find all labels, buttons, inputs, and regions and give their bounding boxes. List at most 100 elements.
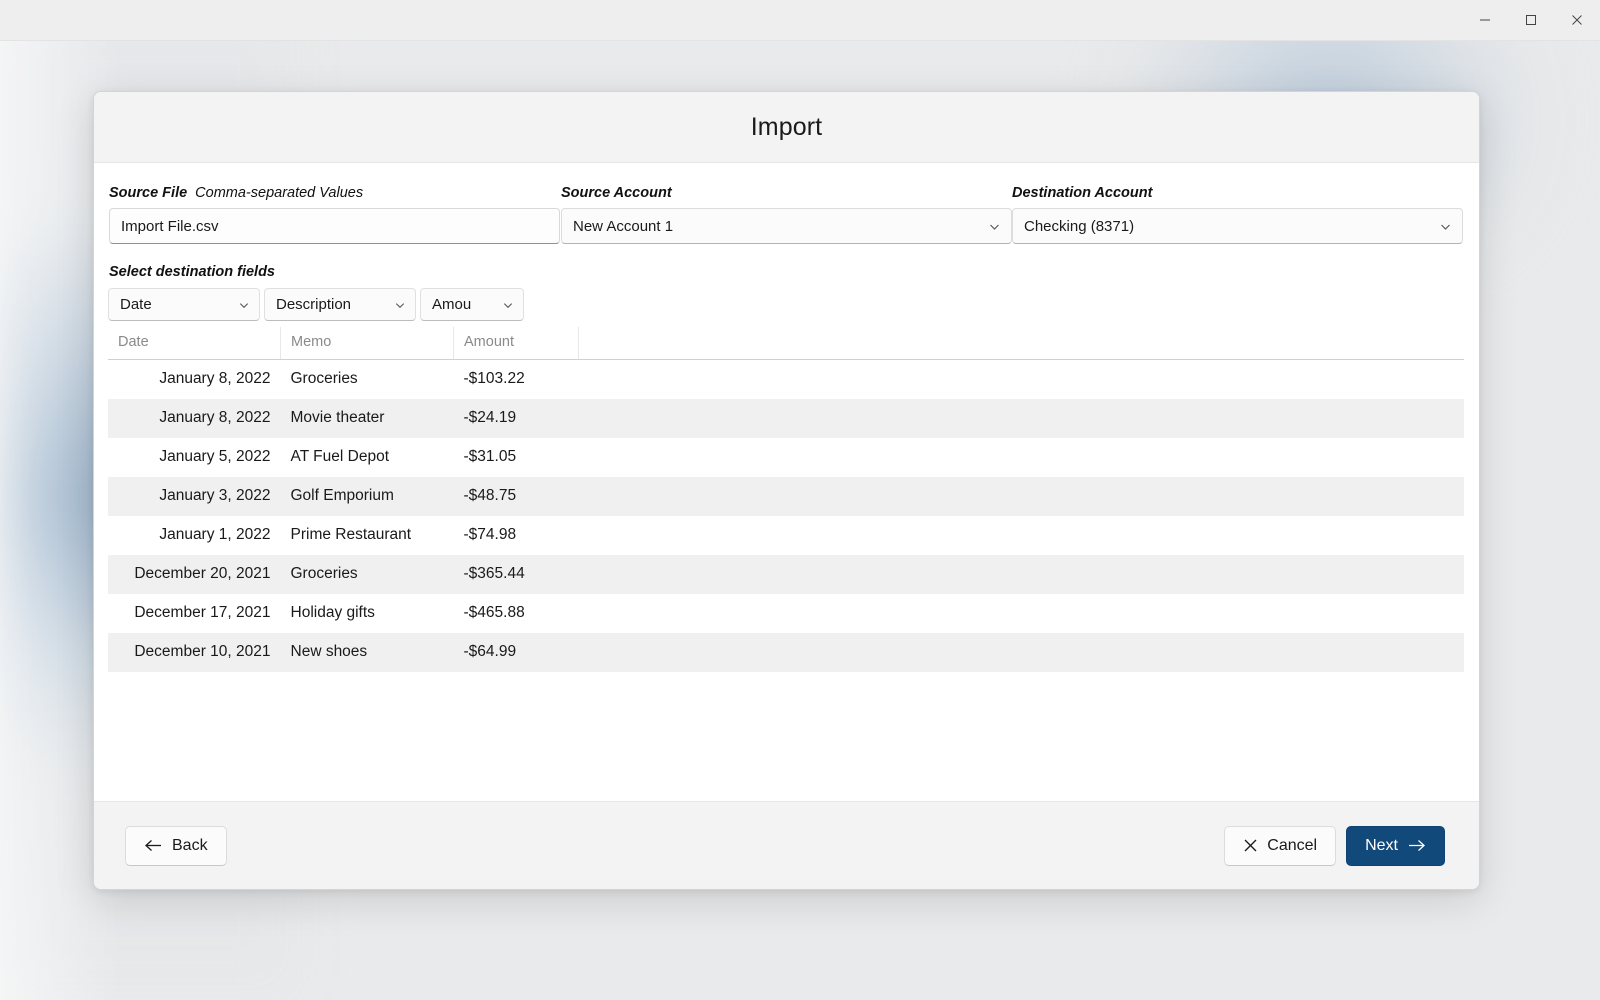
- chevron-down-icon: [1439, 220, 1452, 233]
- import-dialog: Import Source File Comma-separated Values…: [93, 91, 1480, 890]
- cell-date: January 1, 2022: [159, 526, 271, 543]
- cell-amount: -$365.44: [463, 565, 525, 582]
- column-header-filler: [578, 327, 1464, 360]
- destination-account-value: Checking (8371): [1024, 217, 1135, 235]
- back-button[interactable]: Back: [125, 825, 227, 866]
- cell-memo: Groceries: [290, 565, 358, 582]
- arrow-right-icon: [1409, 840, 1425, 851]
- cell-amount: -$24.19: [463, 409, 517, 426]
- dialog-header: Import: [94, 92, 1479, 163]
- page-title: Import: [750, 112, 823, 141]
- cell-filler: [579, 633, 1465, 672]
- cell-filler: [579, 399, 1465, 438]
- maximize-button[interactable]: [1508, 0, 1554, 40]
- cell-date: January 8, 2022: [159, 409, 271, 426]
- maximize-icon: [1526, 15, 1536, 25]
- select-destination-fields-label: Select destination fields: [109, 264, 275, 280]
- cell-filler: [579, 516, 1465, 555]
- table-row[interactable]: January 8, 2022 Movie theater -$24.19: [108, 399, 1464, 438]
- cell-amount: -$31.05: [463, 448, 517, 465]
- next-button[interactable]: Next: [1346, 825, 1445, 866]
- destination-field-select-date-value: Date: [120, 296, 152, 313]
- cell-amount: -$64.99: [463, 643, 517, 660]
- source-file-label: Source File Comma-separated Values: [109, 185, 560, 201]
- chevron-down-icon: [988, 220, 1001, 233]
- destination-field-select-amount[interactable]: Amou: [420, 288, 524, 321]
- cell-filler: [579, 438, 1465, 477]
- cell-filler: [579, 360, 1465, 400]
- import-preview-table-wrap: Date Memo Amount January 8, 2022 Grocerie…: [94, 327, 1479, 672]
- import-preview-table: Date Memo Amount January 8, 2022 Grocerie…: [108, 327, 1464, 672]
- cell-memo: Golf Emporium: [290, 487, 394, 504]
- close-x-icon: [1244, 839, 1257, 852]
- cancel-button[interactable]: Cancel: [1224, 825, 1337, 866]
- cell-date: January 3, 2022: [159, 487, 271, 504]
- window-caption-buttons: [1462, 0, 1600, 40]
- table-body: January 8, 2022 Groceries -$103.22 January …: [108, 359, 1465, 672]
- source-account-label: Source Account: [561, 185, 672, 201]
- column-header-date: Date: [108, 327, 281, 360]
- cell-date: December 10, 2021: [134, 643, 271, 660]
- source-file-field-group: Source File Comma-separated Values Import…: [109, 185, 560, 244]
- destination-account-label: Destination Account: [1012, 185, 1153, 201]
- table-row[interactable]: January 8, 2022 Groceries -$103.22: [108, 359, 1465, 400]
- cell-date: January 5, 2022: [159, 448, 271, 465]
- source-account-value: New Account 1: [573, 217, 674, 235]
- chevron-down-icon: [238, 299, 250, 311]
- cell-amount: -$465.88: [463, 604, 525, 621]
- cell-date: December 17, 2021: [134, 604, 271, 621]
- source-file-input[interactable]: Import File.csv: [109, 208, 560, 244]
- chevron-down-icon: [394, 299, 406, 311]
- destination-account-select[interactable]: Checking (8371): [1012, 208, 1463, 244]
- cancel-button-label: Cancel: [1267, 836, 1318, 854]
- dialog-body: Source File Comma-separated Values Import…: [94, 163, 1479, 801]
- cell-date: December 20, 2021: [134, 565, 271, 582]
- arrow-left-icon: [145, 840, 161, 851]
- close-icon: [1572, 15, 1582, 25]
- table-row[interactable]: January 3, 2022 Golf Emporium -$48.75: [108, 477, 1464, 516]
- table-row[interactable]: January 5, 2022 AT Fuel Depot -$31.05: [108, 438, 1464, 477]
- source-file-label-text: Source File: [109, 185, 188, 201]
- destination-field-select-amount-value: Amou: [432, 296, 472, 313]
- table-row[interactable]: January 1, 2022 Prime Restaurant -$74.98: [108, 516, 1464, 555]
- cell-amount: -$48.75: [463, 487, 517, 504]
- destination-field-selects: Date Description Amou: [94, 288, 1479, 321]
- table-row[interactable]: December 10, 2021 New shoes -$64.99: [108, 633, 1464, 672]
- cell-date: January 8, 2022: [159, 370, 271, 387]
- cell-filler: [579, 555, 1465, 594]
- column-header-memo: Memo: [280, 327, 454, 360]
- minimize-button[interactable]: [1462, 0, 1508, 40]
- destination-field-select-description[interactable]: Description: [264, 288, 416, 321]
- cell-memo: Holiday gifts: [290, 604, 375, 621]
- column-header-amount: Amount: [453, 327, 579, 360]
- destination-field-select-description-value: Description: [276, 296, 352, 313]
- source-file-value: Import File.csv: [121, 217, 219, 235]
- cell-memo: AT Fuel Depot: [290, 448, 390, 465]
- cell-filler: [579, 477, 1465, 516]
- source-account-select[interactable]: New Account 1: [561, 208, 1012, 244]
- dialog-footer: Back Cancel Next: [94, 801, 1479, 889]
- minimize-icon: [1480, 19, 1490, 21]
- cell-amount: -$74.98: [463, 526, 517, 543]
- window-titlebar: [0, 0, 1600, 41]
- source-file-format-text: Comma-separated Values: [195, 185, 364, 201]
- destination-field-select-date[interactable]: Date: [108, 288, 260, 321]
- close-button[interactable]: [1554, 0, 1600, 40]
- cell-filler: [579, 594, 1465, 633]
- table-row[interactable]: December 20, 2021 Groceries -$365.44: [108, 555, 1464, 594]
- next-button-label: Next: [1365, 836, 1398, 854]
- destination-account-field-group: Destination Account Checking (8371): [1012, 185, 1463, 244]
- cell-amount: -$103.22: [463, 370, 525, 387]
- top-fields-row: Source File Comma-separated Values Import…: [94, 185, 1479, 244]
- cell-memo: Groceries: [290, 370, 358, 387]
- table-row[interactable]: December 17, 2021 Holiday gifts -$465.88: [108, 594, 1464, 633]
- cell-memo: Movie theater: [290, 409, 385, 426]
- source-account-field-group: Source Account New Account 1: [561, 185, 1012, 244]
- cell-memo: New shoes: [290, 643, 368, 660]
- cell-memo: Prime Restaurant: [290, 526, 412, 543]
- back-button-label: Back: [172, 836, 208, 854]
- chevron-down-icon: [502, 299, 514, 311]
- table-header-row: Date Memo Amount: [108, 327, 1464, 360]
- table-head: Date Memo Amount: [108, 327, 1464, 360]
- footer-right-buttons: Cancel Next: [1224, 825, 1445, 866]
